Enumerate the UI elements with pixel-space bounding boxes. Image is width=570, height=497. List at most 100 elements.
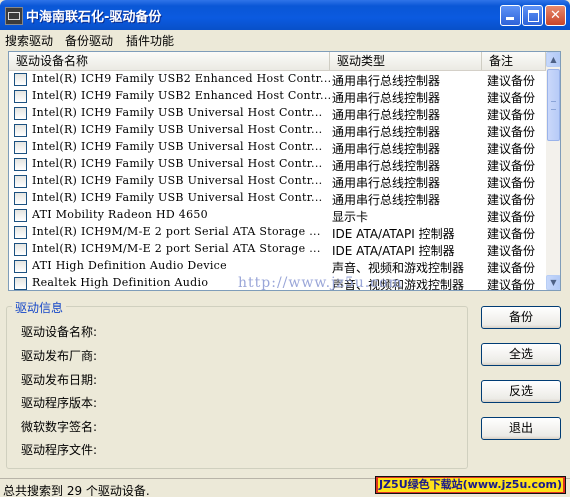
table-row[interactable]: Intel(R) ICH9 Family USB Universal Host … [9, 139, 546, 156]
app-icon [5, 7, 23, 25]
table-row[interactable]: Intel(R) ICH9 Family USB Universal Host … [9, 173, 546, 190]
menu-bar: 搜索驱动 备份驱动 插件功能 [0, 30, 570, 49]
vertical-scrollbar[interactable]: ▲ ▼ [546, 52, 560, 290]
row-checkbox[interactable] [14, 90, 27, 103]
scroll-down-button[interactable]: ▼ [546, 275, 560, 290]
column-header-device-name[interactable]: 驱动设备名称 [9, 52, 330, 70]
device-name-cell: Intel(R) ICH9 Family USB Universal Host … [32, 191, 323, 204]
column-header-driver-type[interactable]: 驱动类型 [330, 52, 482, 70]
table-row[interactable]: Intel(R) ICH9M/M-E 2 port Serial ATA Sto… [9, 241, 546, 258]
note-cell: 建议备份 [487, 261, 536, 275]
driver-type-cell: 通用串行总线控制器 [332, 176, 441, 190]
info-label-date: 驱动发布日期: [21, 373, 98, 387]
exit-button[interactable]: 退出 [481, 417, 561, 440]
note-cell: 建议备份 [487, 210, 536, 224]
row-checkbox[interactable] [14, 243, 27, 256]
maximize-button[interactable] [522, 5, 543, 26]
info-label-signature: 微软数字签名: [21, 420, 98, 434]
invert-selection-button[interactable]: 反选 [481, 380, 561, 403]
select-all-button[interactable]: 全选 [481, 343, 561, 366]
device-name-cell: Intel(R) ICH9 Family USB Universal Host … [32, 123, 323, 136]
note-cell: 建议备份 [487, 125, 536, 139]
driver-info-title: 驱动信息 [12, 299, 67, 316]
note-cell: 建议备份 [487, 74, 536, 88]
table-row[interactable]: ATI Mobility Radeon HD 4650 显示卡 建议备份 [9, 207, 546, 224]
table-row[interactable]: Intel(R) ICH9 Family USB Universal Host … [9, 105, 546, 122]
column-header-note[interactable]: 备注 [482, 52, 546, 70]
driver-type-cell: 通用串行总线控制器 [332, 193, 441, 207]
device-name-cell: Intel(R) ICH9 Family USB Universal Host … [32, 140, 323, 153]
app-window: 中海南联石化-驱动备份 ✕ 搜索驱动 备份驱动 插件功能 驱动设备名称 驱动类型… [0, 0, 570, 497]
row-checkbox[interactable] [14, 107, 27, 120]
note-cell: 建议备份 [487, 176, 536, 190]
row-checkbox[interactable] [14, 226, 27, 239]
menu-plugins[interactable]: 插件功能 [126, 32, 174, 49]
title-bar[interactable]: 中海南联石化-驱动备份 ✕ [0, 0, 570, 30]
driver-type-cell: IDE ATA/ATAPI 控制器 [332, 227, 455, 241]
device-name-cell: Intel(R) ICH9M/M-E 2 port Serial ATA Sto… [32, 225, 321, 238]
row-checkbox[interactable] [14, 141, 27, 154]
driver-type-cell: 声音、视频和游戏控制器 [332, 261, 465, 275]
scroll-up-button[interactable]: ▲ [546, 52, 560, 67]
menu-search-drivers[interactable]: 搜索驱动 [5, 32, 53, 49]
device-name-cell: Intel(R) ICH9 Family USB Universal Host … [32, 106, 323, 119]
status-text: 总共搜索到 29 个驱动设备. [3, 484, 150, 497]
table-row[interactable]: Intel(R) ICH9 Family USB Universal Host … [9, 122, 546, 139]
driver-type-cell: 显示卡 [332, 210, 369, 224]
note-cell: 建议备份 [487, 91, 536, 105]
driver-type-cell: 通用串行总线控制器 [332, 108, 441, 122]
info-label-device-name: 驱动设备名称: [21, 325, 98, 339]
backup-button[interactable]: 备份 [481, 306, 561, 329]
device-name-cell: Intel(R) ICH9 Family USB Universal Host … [32, 174, 323, 187]
note-cell: 建议备份 [487, 227, 536, 241]
close-button[interactable]: ✕ [545, 5, 566, 26]
row-checkbox[interactable] [14, 260, 27, 273]
watermark-text: http://www.jz5u.com [238, 275, 403, 291]
driver-type-cell: 通用串行总线控制器 [332, 142, 441, 156]
row-checkbox[interactable] [14, 175, 27, 188]
driver-type-cell: IDE ATA/ATAPI 控制器 [332, 244, 455, 258]
device-name-cell: Intel(R) ICH9M/M-E 2 port Serial ATA Sto… [32, 242, 321, 255]
window-title: 中海南联石化-驱动备份 [26, 10, 162, 25]
list-header: 驱动设备名称 驱动类型 备注 [9, 52, 546, 71]
table-row[interactable]: Intel(R) ICH9 Family USB Universal Host … [9, 190, 546, 207]
minimize-button[interactable] [500, 5, 521, 26]
driver-type-cell: 通用串行总线控制器 [332, 125, 441, 139]
row-checkbox[interactable] [14, 158, 27, 171]
info-label-version: 驱动程序版本: [21, 396, 98, 410]
row-checkbox[interactable] [14, 124, 27, 137]
driver-type-cell: 通用串行总线控制器 [332, 74, 441, 88]
note-cell: 建议备份 [487, 193, 536, 207]
device-name-cell: ATI Mobility Radeon HD 4650 [32, 208, 208, 221]
table-row[interactable]: Intel(R) ICH9M/M-E 2 port Serial ATA Sto… [9, 224, 546, 241]
table-row[interactable]: Intel(R) ICH9 Family USB2 Enhanced Host … [9, 71, 546, 88]
device-name-cell: Intel(R) ICH9 Family USB Universal Host … [32, 157, 323, 170]
note-cell: 建议备份 [487, 244, 536, 258]
device-name-cell: ATI High Definition Audio Device [32, 259, 227, 272]
note-cell: 建议备份 [487, 159, 536, 173]
site-badge-text: JZ5U绿色下载站(www.jz5u.com) [378, 478, 563, 492]
menu-backup-drivers[interactable]: 备份驱动 [65, 32, 113, 49]
note-cell: 建议备份 [487, 278, 536, 291]
device-name-cell: Intel(R) ICH9 Family USB2 Enhanced Host … [32, 89, 330, 102]
table-row[interactable]: Intel(R) ICH9 Family USB2 Enhanced Host … [9, 88, 546, 105]
info-label-vendor: 驱动发布厂商: [21, 349, 98, 363]
device-name-cell: Intel(R) ICH9 Family USB2 Enhanced Host … [32, 72, 330, 85]
note-cell: 建议备份 [487, 142, 536, 156]
scroll-thumb[interactable] [547, 69, 560, 141]
table-row[interactable]: ATI High Definition Audio Device 声音、视频和游戏… [9, 258, 546, 275]
close-icon: ✕ [550, 8, 561, 23]
row-checkbox[interactable] [14, 192, 27, 205]
note-cell: 建议备份 [487, 108, 536, 122]
table-row[interactable]: Intel(R) ICH9 Family USB Universal Host … [9, 156, 546, 173]
driver-type-cell: 通用串行总线控制器 [332, 159, 441, 173]
driver-type-cell: 通用串行总线控制器 [332, 91, 441, 105]
row-checkbox[interactable] [14, 277, 27, 290]
driver-list[interactable]: 驱动设备名称 驱动类型 备注 Intel(R) ICH9 Family USB2… [8, 51, 561, 291]
minimize-icon [506, 17, 514, 20]
row-checkbox[interactable] [14, 209, 27, 222]
maximize-icon [528, 10, 539, 22]
site-badge: JZ5U绿色下载站(www.jz5u.com) [375, 476, 566, 494]
info-label-file: 驱动程序文件: [21, 443, 98, 457]
row-checkbox[interactable] [14, 73, 27, 86]
